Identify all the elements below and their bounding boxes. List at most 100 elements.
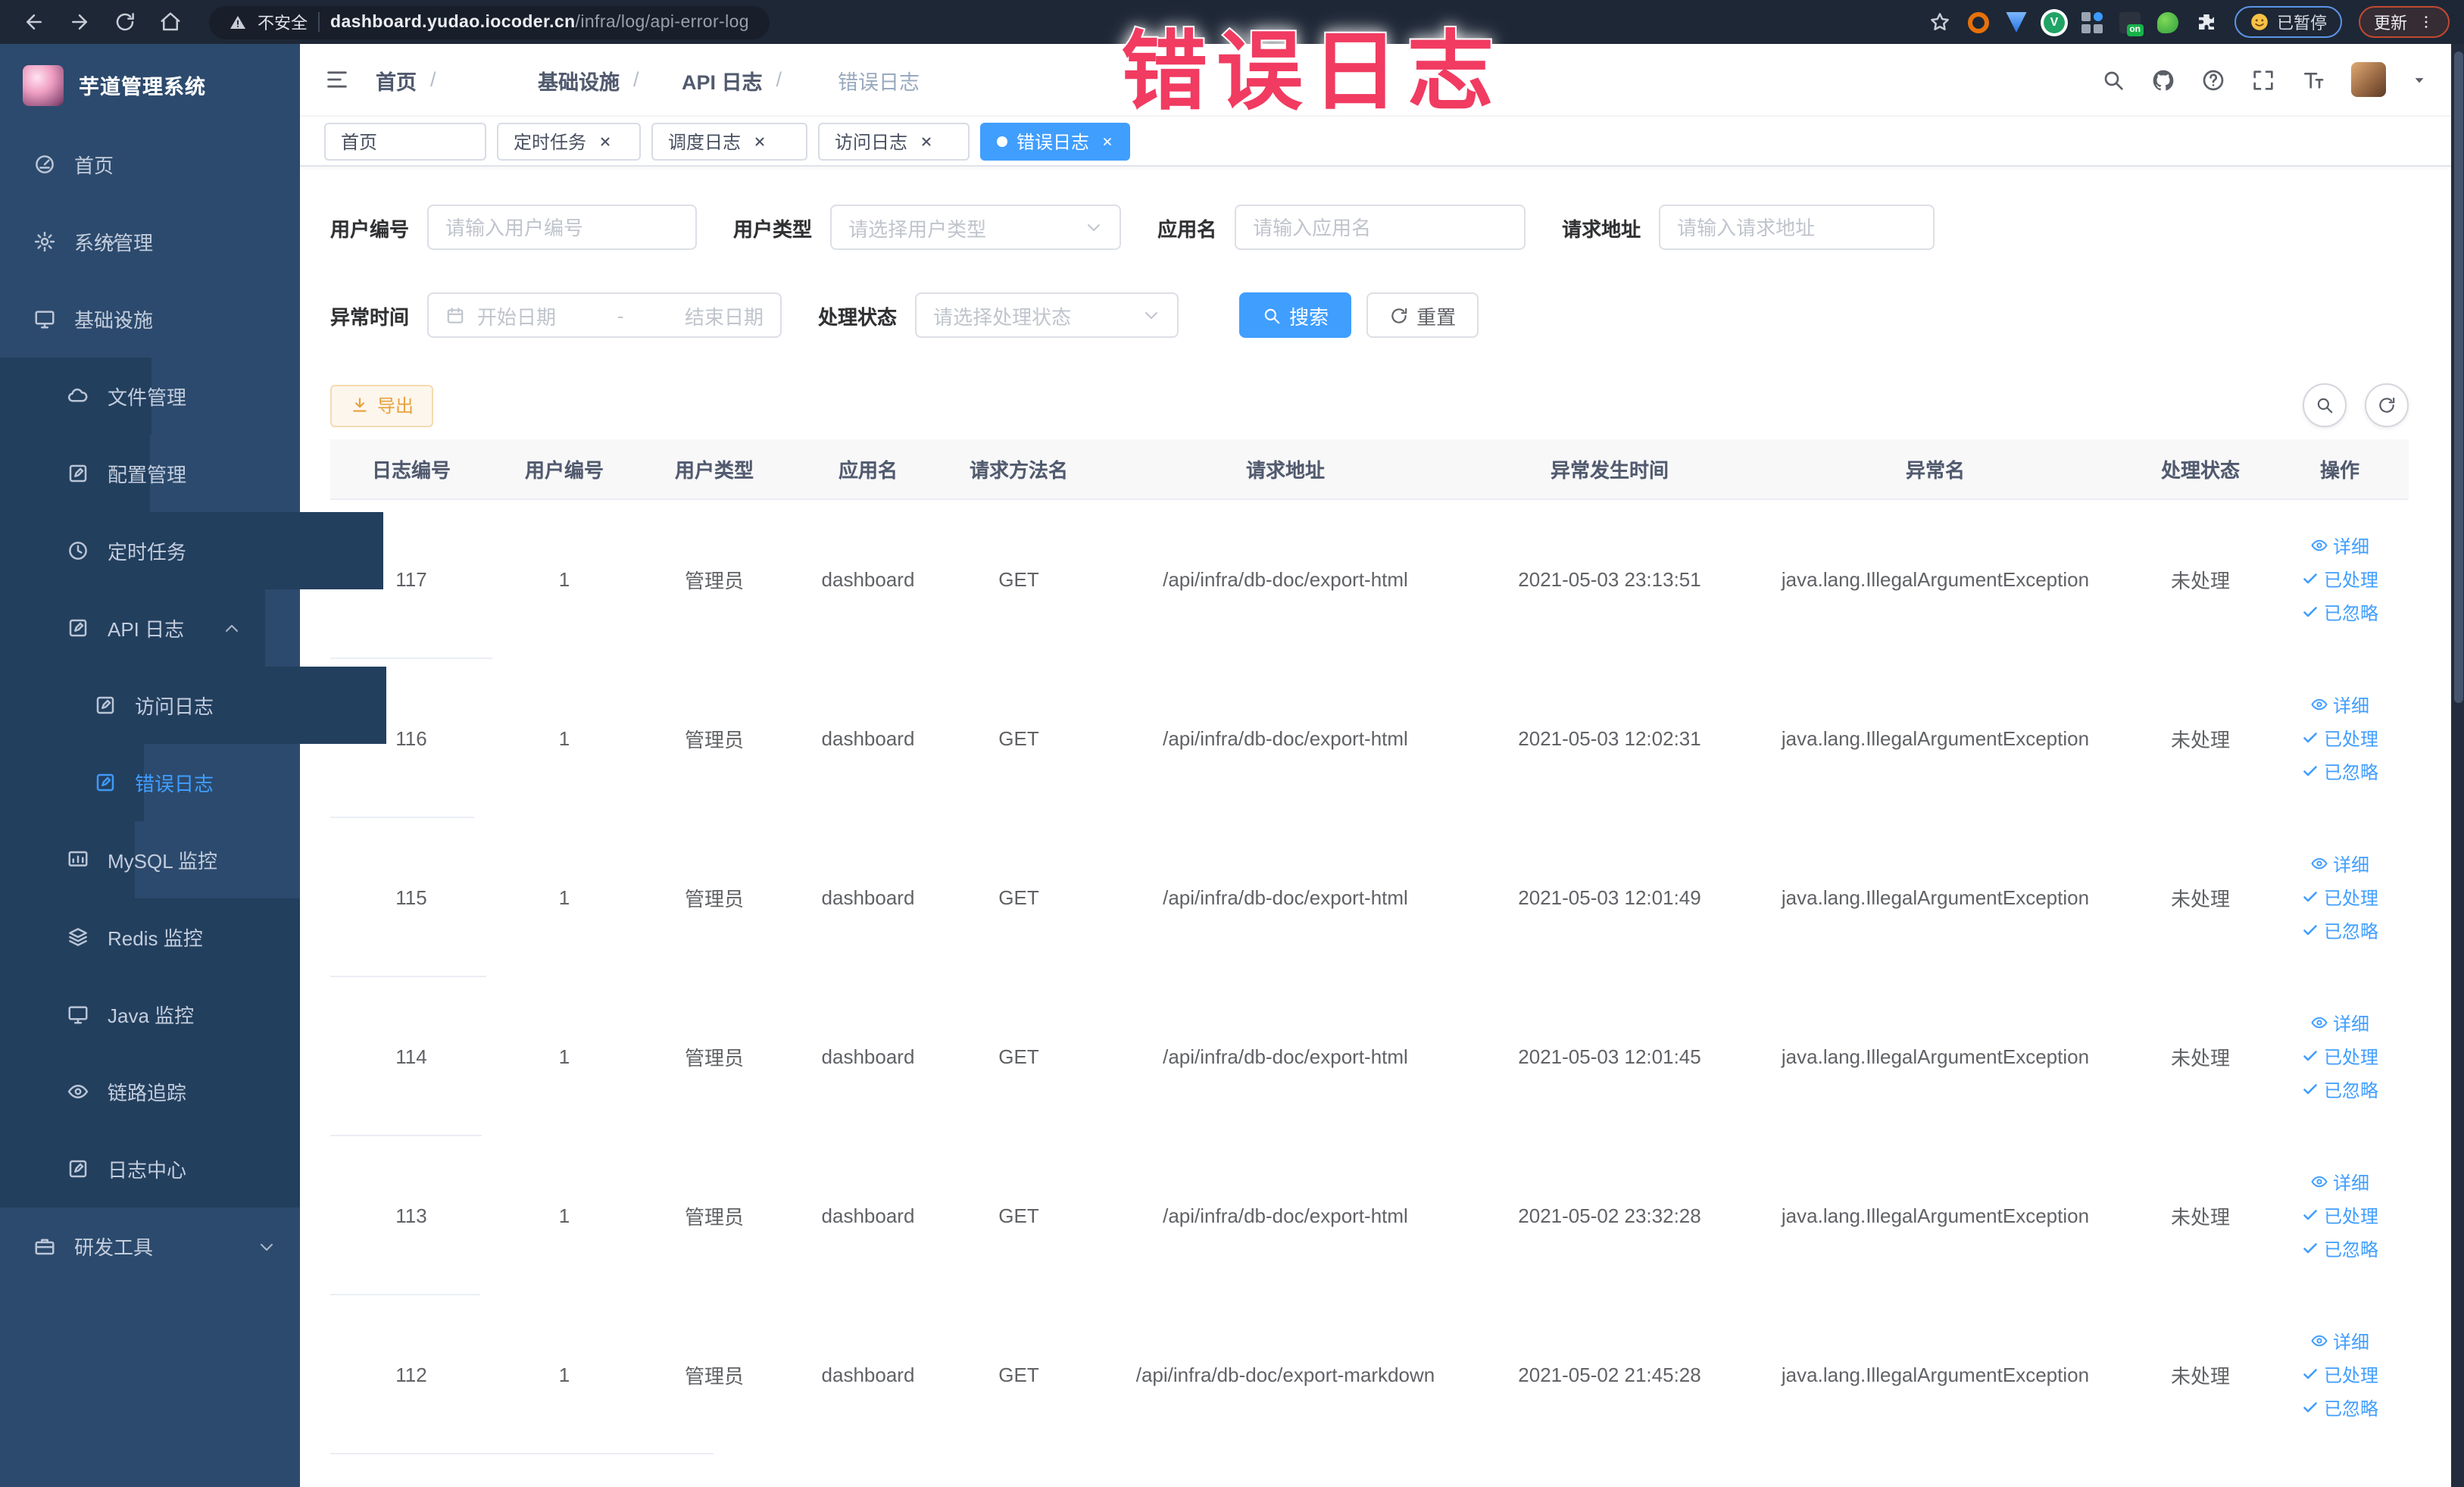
search-icon[interactable] — [2101, 67, 2125, 92]
extension-shield-icon[interactable] — [2006, 11, 2027, 33]
user-menu-caret-icon[interactable] — [2412, 72, 2427, 87]
cell-request-url: /api/infra/db-doc/export-html — [1163, 886, 1408, 908]
mark-processed-link[interactable]: 已处理 — [2301, 1043, 2378, 1069]
font-size-icon[interactable] — [2301, 67, 2325, 92]
browser-chrome: 不安全 dashboard.yudao.iocoder.cn/infra/log… — [0, 0, 2464, 44]
back-icon[interactable] — [23, 11, 45, 33]
browser-menu-icon[interactable] — [2418, 14, 2434, 30]
sidebar-item[interactable]: 错误日志 — [0, 744, 214, 821]
extension-v-icon[interactable]: V — [2044, 11, 2065, 33]
mark-ignored-link[interactable]: 已忽略 — [2301, 1236, 2378, 1261]
reset-button[interactable]: 重置 — [1366, 292, 1479, 338]
user-id-input[interactable] — [427, 205, 698, 250]
sidebar-item[interactable]: 研发工具 — [0, 1207, 300, 1285]
error-log-table: 日志编号 用户编号 用户类型 应用名 请求方法名 请求地址 异常发生时间 异常名 处理状态 操作 … — [330, 439, 2409, 1454]
export-button-label: 导出 — [377, 395, 414, 417]
page-tab[interactable]: 定时任务 — [497, 122, 641, 160]
breadcrumb-link[interactable]: 基础设施 — [538, 64, 620, 95]
mark-processed-link[interactable]: 已处理 — [2301, 1361, 2378, 1387]
extension-orange-icon[interactable] — [1968, 11, 1989, 33]
mark-processed-link[interactable]: 已处理 — [2301, 884, 2378, 910]
tab-close-icon[interactable] — [753, 134, 767, 148]
user-avatar[interactable] — [2351, 62, 2386, 97]
sidebar-item[interactable]: 首页 — [0, 126, 162, 203]
extension-switch-icon[interactable]: on — [2119, 11, 2144, 36]
sidebar-item[interactable]: Redis 监控 — [0, 898, 300, 976]
cell-actions: 详细 已处理 已忽略 — [2272, 1010, 2407, 1102]
github-icon[interactable] — [2151, 67, 2175, 92]
tab-close-icon[interactable] — [598, 134, 612, 148]
table-header-cell: 处理状态 — [2160, 459, 2240, 482]
breadcrumb-link[interactable]: API 日志 — [682, 64, 763, 95]
fullscreen-icon[interactable] — [2251, 67, 2275, 92]
top-navbar: 首页 / 基础设施 / API 日志 / 错误日志 / — [300, 44, 2451, 117]
sidebar-item[interactable]: MySQL 监控 — [0, 821, 217, 898]
address-bar[interactable]: 不安全 dashboard.yudao.iocoder.cn/infra/log… — [209, 5, 770, 39]
extension-grid-icon[interactable] — [2081, 11, 2103, 33]
user-type-select[interactable]: 请选择用户类型 — [830, 205, 1122, 250]
mark-ignored-link[interactable]: 已忽略 — [2301, 758, 2378, 784]
eye-icon — [2310, 536, 2328, 555]
sidebar-item[interactable]: 链路追踪 — [0, 1053, 300, 1130]
process-status-select[interactable]: 请选择处理状态 — [915, 292, 1179, 338]
mark-processed-link[interactable]: 已处理 — [2301, 1202, 2378, 1228]
detail-link[interactable]: 详细 — [2310, 1169, 2369, 1195]
update-chip[interactable]: 更新 — [2359, 6, 2450, 38]
refresh-table-button[interactable] — [2365, 383, 2409, 427]
search-button[interactable]: 搜索 — [1239, 292, 1352, 338]
mark-ignored-link[interactable]: 已忽略 — [2301, 1076, 2378, 1102]
tab-close-icon[interactable] — [920, 134, 933, 148]
detail-link[interactable]: 详细 — [2310, 1010, 2369, 1036]
extension-leaf-icon[interactable] — [2157, 11, 2178, 33]
mark-processed-link[interactable]: 已处理 — [2301, 566, 2378, 592]
page-tab[interactable]: 调度日志 — [651, 122, 807, 160]
menu-item-label: Redis 监控 — [108, 927, 203, 950]
extensions-puzzle-icon[interactable] — [2195, 11, 2218, 33]
detail-link[interactable]: 详细 — [2310, 533, 2369, 558]
mark-ignored-link[interactable]: 已忽略 — [2301, 1395, 2378, 1420]
home-icon[interactable] — [159, 11, 182, 33]
detail-link[interactable]: 详细 — [2310, 692, 2369, 717]
mark-ignored-link[interactable]: 已忽略 — [2301, 917, 2378, 943]
scrollbar-thumb[interactable] — [2453, 52, 2462, 703]
page-tab[interactable]: 首页 — [324, 122, 486, 160]
page-tab[interactable]: 访问日志 — [818, 122, 970, 160]
mark-processed-link[interactable]: 已处理 — [2301, 725, 2378, 751]
request-url-input[interactable] — [1659, 205, 1935, 250]
tab-close-icon[interactable] — [1101, 134, 1113, 148]
sidebar-item[interactable]: 文件管理 — [0, 358, 186, 435]
detail-link[interactable]: 详细 — [2310, 1328, 2369, 1354]
processed-label: 已处理 — [2323, 1046, 2378, 1067]
hide-search-button[interactable] — [2303, 383, 2347, 427]
sidebar-item[interactable]: 配置管理 — [0, 435, 186, 512]
mark-ignored-link[interactable]: 已忽略 — [2301, 599, 2378, 625]
sidebar-item[interactable]: 日志中心 — [0, 1130, 300, 1207]
page-scrollbar[interactable] — [2451, 44, 2464, 1487]
sidebar-item[interactable]: API 日志 — [0, 589, 265, 667]
table-header-cell: 请求方法名 — [969, 459, 1068, 482]
breadcrumb-link[interactable]: 首页 — [376, 64, 417, 95]
export-button[interactable]: 导出 — [330, 384, 434, 426]
cell-user-id: 1 — [558, 1363, 570, 1385]
help-icon[interactable] — [2201, 67, 2225, 92]
sidebar-toggle-icon[interactable] — [324, 67, 350, 92]
sidebar-item[interactable]: 基础设施 — [0, 280, 156, 358]
forward-icon[interactable] — [68, 11, 91, 33]
reload-icon[interactable] — [114, 11, 136, 33]
sidebar-item[interactable]: 系统管理 — [0, 203, 153, 280]
detail-link[interactable]: 详细 — [2310, 851, 2369, 876]
bookmark-star-icon[interactable] — [1928, 11, 1951, 33]
app-name-input[interactable] — [1235, 205, 1526, 250]
cell-app-name: dashboard — [821, 567, 915, 590]
detail-label: 详细 — [2332, 1331, 2369, 1352]
table-header-cell: 请求地址 — [1245, 459, 1325, 482]
page-tab[interactable]: 错误日志 — [980, 122, 1130, 160]
cell-exception-name: java.lang.IllegalArgumentException — [1781, 1363, 2090, 1385]
table-row: 114 1 管理员 dashboard GET /api/infra/db-do… — [330, 977, 2378, 1136]
table-header-cell: 应用名 — [838, 459, 898, 482]
sync-paused-chip[interactable]: 已暂停 — [2234, 6, 2342, 38]
cell-status: 未处理 — [2170, 569, 2230, 592]
date-range-picker[interactable]: 开始日期 - 结束日期 — [427, 292, 782, 338]
sidebar-item[interactable]: Java 监控 — [0, 976, 300, 1053]
breadcrumb-link[interactable]: 错误日志 — [838, 64, 920, 95]
